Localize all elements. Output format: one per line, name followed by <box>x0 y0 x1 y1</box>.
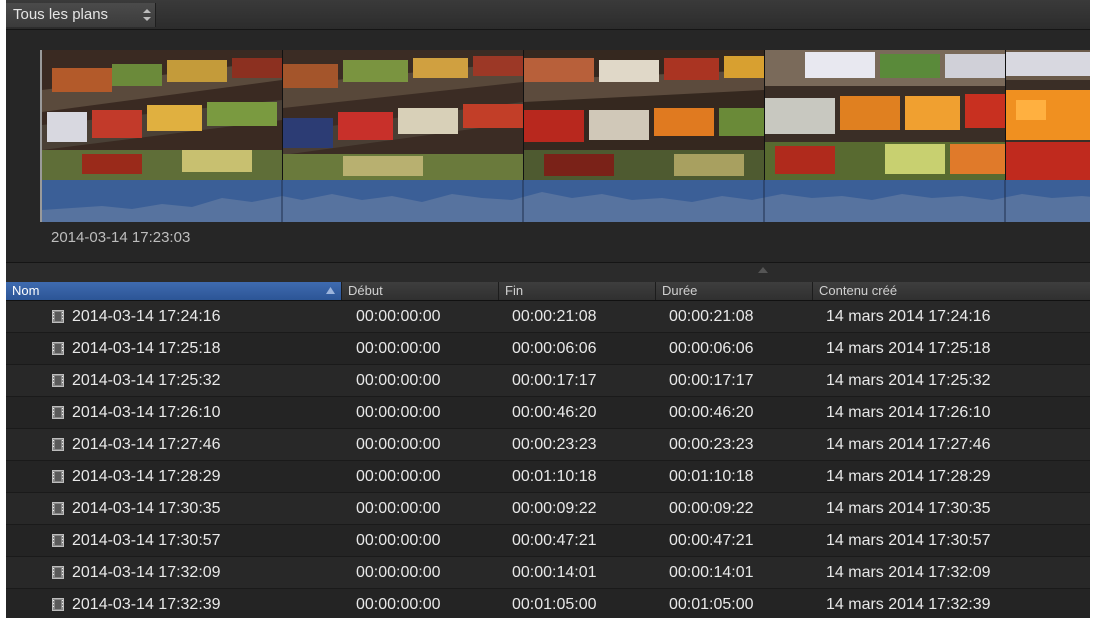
row-end: 00:00:46:20 <box>512 404 597 421</box>
event-browser: Tous les plans 2014-03-14 17:23:03 Nom D… <box>6 0 1090 618</box>
clip-filmstrip[interactable] <box>40 50 1090 222</box>
row-name: 2014-03-14 17:32:09 <box>72 564 221 581</box>
row-start: 00:00:00:00 <box>356 564 441 581</box>
row-end: 00:00:14:01 <box>512 564 597 581</box>
film-clip-icon <box>52 374 64 387</box>
video-thumbnail <box>524 50 765 180</box>
clip-filter-popup[interactable]: Tous les plans <box>6 3 156 27</box>
row-name: 2014-03-14 17:32:39 <box>72 596 221 613</box>
row-duration: 00:00:21:08 <box>669 308 754 325</box>
splitter-grip-icon <box>758 267 768 273</box>
row-content-created: 14 mars 2014 17:32:39 <box>826 596 991 613</box>
table-row[interactable]: 2014-03-14 17:25:18 00:00:00:00 00:00:06:0… <box>6 333 1090 365</box>
row-content-created: 14 mars 2014 17:30:35 <box>826 500 991 517</box>
browser-toolbar: Tous les plans <box>6 0 1090 30</box>
row-start: 00:00:00:00 <box>356 436 441 453</box>
row-duration: 00:01:10:18 <box>669 468 754 485</box>
row-end: 00:00:23:23 <box>512 436 597 453</box>
row-name: 2014-03-14 17:30:57 <box>72 532 221 549</box>
table-row[interactable]: 2014-03-14 17:32:09 00:00:00:00 00:00:14:0… <box>6 557 1090 589</box>
row-duration: 00:00:06:06 <box>669 340 754 357</box>
row-end: 00:00:06:06 <box>512 340 597 357</box>
video-thumbnail <box>283 50 524 180</box>
row-content-created: 14 mars 2014 17:27:46 <box>826 436 991 453</box>
updown-arrows-icon <box>143 9 151 21</box>
clip-filter-label: Tous les plans <box>13 6 109 23</box>
row-start: 00:00:00:00 <box>356 404 441 421</box>
row-content-created: 14 mars 2014 17:32:09 <box>826 564 991 581</box>
row-end: 00:01:05:00 <box>512 596 597 613</box>
row-name: 2014-03-14 17:30:35 <box>72 500 221 517</box>
row-start: 00:00:00:00 <box>356 596 441 613</box>
row-duration: 00:00:17:17 <box>669 372 754 389</box>
sort-ascending-icon <box>326 287 335 294</box>
table-row[interactable]: 2014-03-14 17:28:29 00:00:00:00 00:01:10:1… <box>6 461 1090 493</box>
row-name: 2014-03-14 17:24:16 <box>72 308 221 325</box>
film-clip-icon <box>52 310 64 323</box>
video-thumbnail <box>1006 50 1090 180</box>
filmstrip-panel: 2014-03-14 17:23:03 <box>6 30 1090 262</box>
row-end: 00:00:47:21 <box>512 532 597 549</box>
video-thumbnail <box>765 50 1006 180</box>
row-duration: 00:00:09:22 <box>669 500 754 517</box>
column-header-start[interactable]: Début <box>342 282 499 300</box>
row-duration: 00:00:46:20 <box>669 404 754 421</box>
row-content-created: 14 mars 2014 17:30:57 <box>826 532 991 549</box>
row-name: 2014-03-14 17:28:29 <box>72 468 221 485</box>
row-content-created: 14 mars 2014 17:25:18 <box>826 340 991 357</box>
column-header-content-created[interactable]: Contenu créé <box>813 282 1090 300</box>
pane-splitter[interactable] <box>6 262 1090 283</box>
row-end: 00:01:10:18 <box>512 468 597 485</box>
row-name: 2014-03-14 17:27:46 <box>72 436 221 453</box>
film-clip-icon <box>52 566 64 579</box>
video-thumbnail <box>42 50 283 180</box>
row-end: 00:00:09:22 <box>512 500 597 517</box>
table-row[interactable]: 2014-03-14 17:30:35 00:00:00:00 00:00:09:2… <box>6 493 1090 525</box>
table-row[interactable]: 2014-03-14 17:25:32 00:00:00:00 00:00:17:1… <box>6 365 1090 397</box>
clip-list-table: Nom Début Fin Durée Contenu créé 2014-03… <box>6 282 1090 618</box>
row-start: 00:00:00:00 <box>356 372 441 389</box>
row-start: 00:00:00:00 <box>356 308 441 325</box>
clip-start-time: 2014-03-14 17:23:03 <box>51 229 191 246</box>
row-name: 2014-03-14 17:25:18 <box>72 340 221 357</box>
table-row[interactable]: 2014-03-14 17:24:16 00:00:00:00 00:00:21:0… <box>6 301 1090 333</box>
row-duration: 00:00:47:21 <box>669 532 754 549</box>
film-clip-icon <box>52 502 64 515</box>
film-clip-icon <box>52 470 64 483</box>
row-name: 2014-03-14 17:26:10 <box>72 404 221 421</box>
row-content-created: 14 mars 2014 17:25:32 <box>826 372 991 389</box>
row-end: 00:00:21:08 <box>512 308 597 325</box>
film-clip-icon <box>52 598 64 611</box>
row-name: 2014-03-14 17:25:32 <box>72 372 221 389</box>
column-header-name[interactable]: Nom <box>6 282 342 300</box>
row-content-created: 14 mars 2014 17:28:29 <box>826 468 991 485</box>
row-duration: 00:01:05:00 <box>669 596 754 613</box>
column-header-end[interactable]: Fin <box>499 282 656 300</box>
table-row[interactable]: 2014-03-14 17:27:46 00:00:00:00 00:00:23:2… <box>6 429 1090 461</box>
table-row[interactable]: 2014-03-14 17:30:57 00:00:00:00 00:00:47:2… <box>6 525 1090 557</box>
row-start: 00:00:00:00 <box>356 500 441 517</box>
row-end: 00:00:17:17 <box>512 372 597 389</box>
row-start: 00:00:00:00 <box>356 532 441 549</box>
row-content-created: 14 mars 2014 17:24:16 <box>826 308 991 325</box>
column-header-duration[interactable]: Durée <box>656 282 813 300</box>
table-row[interactable]: 2014-03-14 17:26:10 00:00:00:00 00:00:46:2… <box>6 397 1090 429</box>
table-header: Nom Début Fin Durée Contenu créé <box>6 282 1090 301</box>
row-duration: 00:00:14:01 <box>669 564 754 581</box>
table-row[interactable]: 2014-03-14 17:32:39 00:00:00:00 00:01:05:0… <box>6 589 1090 618</box>
film-clip-icon <box>52 342 64 355</box>
film-clip-icon <box>52 406 64 419</box>
film-clip-icon <box>52 534 64 547</box>
row-start: 00:00:00:00 <box>356 468 441 485</box>
row-duration: 00:00:23:23 <box>669 436 754 453</box>
row-content-created: 14 mars 2014 17:26:10 <box>826 404 991 421</box>
row-start: 00:00:00:00 <box>356 340 441 357</box>
film-clip-icon <box>52 438 64 451</box>
audio-waveform <box>42 180 1090 222</box>
